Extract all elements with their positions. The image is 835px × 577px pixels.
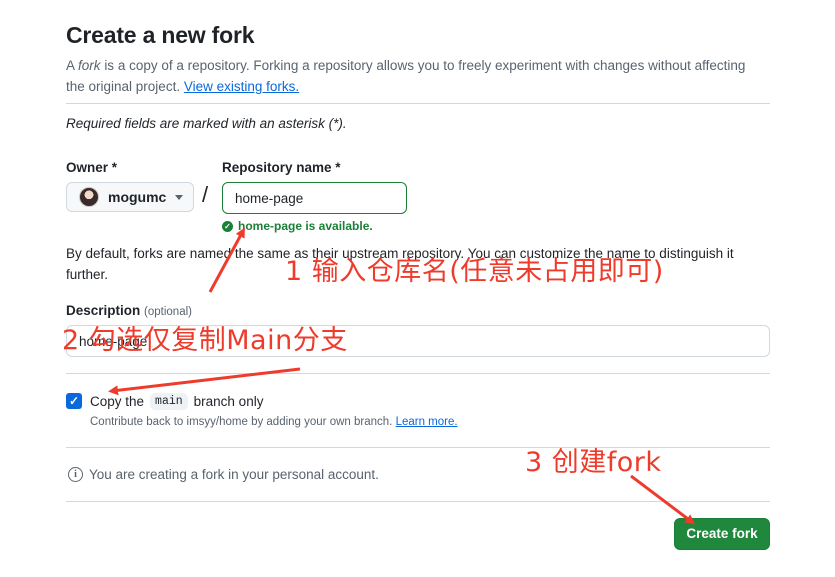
availability-message: ✓ home-page is available. [222, 219, 373, 233]
divider [66, 103, 770, 104]
learn-more-link[interactable]: Learn more. [396, 416, 458, 428]
fork-page: Create a new fork A fork is a copy of a … [0, 0, 835, 577]
copy-label-after: branch only [193, 394, 264, 409]
view-existing-forks-link[interactable]: View existing forks. [184, 79, 299, 94]
owner-repo-separator: / [202, 182, 209, 207]
subtitle-text: is a copy of a repository. Forking a rep… [66, 58, 746, 94]
repository-name-label: Repository name * [222, 160, 341, 175]
divider [66, 447, 770, 448]
page-title: Create a new fork [66, 22, 255, 48]
annotation-step3: 3 创建fork [525, 447, 662, 478]
annotation-step2: 2 勾选仅复制Main分支 [62, 325, 348, 356]
owner-dropdown[interactable]: mogumc [66, 182, 194, 212]
personal-account-info: i You are creating a fork in your person… [68, 467, 379, 482]
description-label: Description (optional) [66, 303, 192, 318]
copy-branch-label: Copy the main branch only [90, 393, 263, 410]
availability-text: home-page is available. [238, 219, 373, 233]
arrow-step3 [630, 474, 696, 525]
info-icon: i [68, 467, 83, 482]
copy-main-branch-checkbox[interactable]: ✓ [66, 393, 82, 409]
optional-tag: (optional) [144, 306, 192, 318]
owner-name: mogumc [108, 189, 167, 205]
required-note: Required fields are marked with an aster… [66, 116, 347, 131]
description-label-text: Description [66, 303, 141, 318]
info-text: You are creating a fork in your personal… [89, 467, 379, 482]
divider [66, 373, 770, 374]
copy-branch-hint: Contribute back to imsyy/home by adding … [90, 416, 458, 428]
copy-label-before: Copy the [90, 394, 145, 409]
subtitle-fork-word: fork [78, 58, 101, 73]
branch-name-code: main [150, 393, 188, 410]
chevron-down-icon [175, 195, 183, 200]
avatar [79, 187, 99, 207]
annotation-step1: 1 输入仓库名(任意未占用即可) [285, 256, 664, 287]
owner-label: Owner * [66, 160, 118, 175]
repository-name-input[interactable] [222, 182, 407, 214]
check-circle-icon: ✓ [222, 220, 233, 232]
create-fork-button[interactable]: Create fork [674, 518, 770, 550]
subtitle-prefix: A [66, 58, 75, 73]
page-subtitle: A fork is a copy of a repository. Forkin… [66, 55, 746, 97]
divider [66, 501, 770, 502]
copy-hint-text: Contribute back to imsyy/home by adding … [90, 416, 393, 428]
